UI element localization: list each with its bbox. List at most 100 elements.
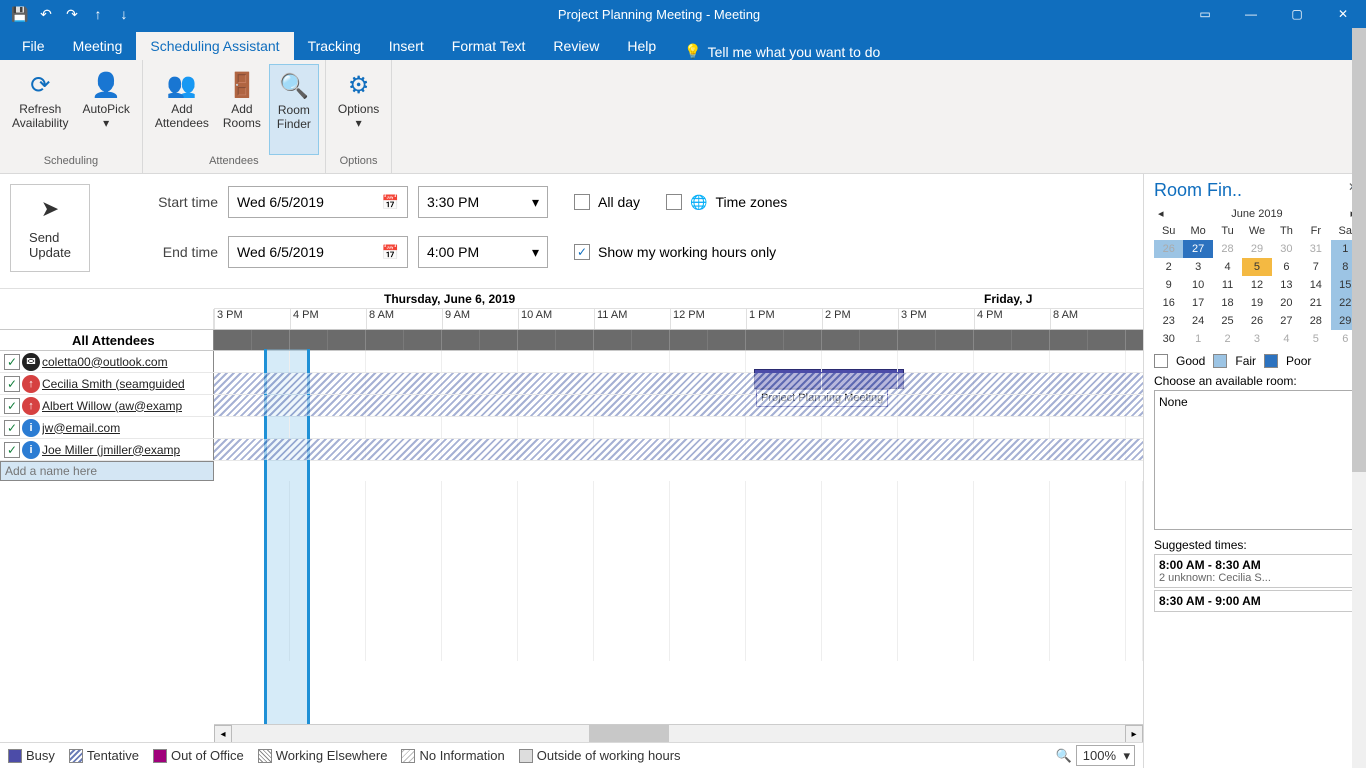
quick-access-toolbar: 💾 ↶ ↷ ↑ ↓ (0, 2, 136, 26)
room-finder-icon: 🔍 (279, 69, 309, 103)
undo-icon[interactable]: ↶ (34, 2, 58, 26)
optional-status-icon: i (22, 419, 40, 437)
room-list[interactable]: None (1154, 390, 1360, 530)
scheduling-grid: Thursday, June 6, 2019 Friday, J 3 PM 4 … (0, 288, 1143, 742)
working-hours-checkbox[interactable]: ✓ (574, 244, 590, 260)
panel-scrollbar[interactable] (1352, 28, 1366, 768)
attendee-checkbox[interactable]: ✓ (4, 398, 20, 414)
suggested-time-slot[interactable]: 8:00 AM - 8:30 AM 2 unknown: Cecilia S..… (1154, 554, 1360, 588)
required-status-icon: ↑ (22, 375, 40, 393)
organizer-status-icon: ✉ (22, 353, 40, 371)
title-bar: 💾 ↶ ↷ ↑ ↓ Project Planning Meeting - Mee… (0, 0, 1366, 28)
window-controls: ▭ — ▢ ✕ (1182, 0, 1366, 28)
room-finder-panel: Room Fin.. ▾ ✕ ◂ June 2019 ▸ SuMoTuWeThF… (1144, 174, 1366, 768)
tell-me-label: Tell me what you want to do (708, 44, 881, 60)
options-button[interactable]: ⚙ Options▾ (332, 64, 385, 155)
mini-calendar[interactable]: ◂ June 2019 ▸ SuMoTuWeThFrSa 26272829303… (1154, 205, 1360, 348)
refresh-icon: ⟳ (30, 68, 50, 102)
tab-help[interactable]: Help (613, 32, 670, 60)
attendee-row: ✓iJoe Miller (jmiller@examp (0, 439, 1143, 461)
close-icon[interactable]: ✕ (1320, 0, 1366, 28)
zoom-select[interactable]: 100% ▾ (1076, 745, 1135, 766)
tab-file[interactable]: File (8, 32, 59, 60)
end-time-label: End time (98, 244, 218, 260)
lightbulb-icon: 💡 (684, 43, 701, 60)
optional-status-icon: i (22, 441, 40, 459)
add-attendee-input[interactable] (0, 461, 214, 481)
room-finder-button[interactable]: 🔍 Room Finder (269, 64, 319, 155)
start-time-label: Start time (98, 194, 218, 210)
day-header: Thursday, June 6, 2019 Friday, J (214, 289, 1143, 309)
all-day-checkbox[interactable] (574, 194, 590, 210)
up-arrow-icon[interactable]: ↑ (86, 2, 110, 26)
ribbon-tabs: File Meeting Scheduling Assistant Tracki… (0, 28, 1366, 60)
suggested-times: Suggested times: 8:00 AM - 8:30 AM 2 unk… (1154, 538, 1360, 612)
attendee-checkbox[interactable]: ✓ (4, 420, 20, 436)
group-scheduling: ⟳ Refresh Availability 👤 AutoPick▾ Sched… (0, 60, 143, 173)
prev-month-icon[interactable]: ◂ (1158, 207, 1164, 220)
required-status-icon: ↑ (22, 397, 40, 415)
legend-bar: Busy Tentative Out of Office Working Els… (0, 742, 1143, 768)
down-arrow-icon[interactable]: ↓ (112, 2, 136, 26)
chevron-down-icon: ▾ (532, 194, 539, 211)
time-zones-checkbox[interactable] (666, 194, 682, 210)
add-attendees-icon: 👥 (167, 68, 197, 102)
group-attendees: 👥 Add Attendees 🚪 Add Rooms 🔍 Room Finde… (143, 60, 326, 173)
send-icon: ➤ (41, 196, 59, 222)
scroll-right-icon[interactable]: ▸ (1125, 725, 1143, 743)
scroll-left-icon[interactable]: ◂ (214, 725, 232, 743)
ribbon: ⟳ Refresh Availability 👤 AutoPick▾ Sched… (0, 60, 1366, 174)
chevron-down-icon: ▾ (1123, 748, 1130, 764)
send-update-button[interactable]: ➤ SendUpdate (10, 184, 90, 272)
attendee-checkbox[interactable]: ✓ (4, 442, 20, 458)
tab-review[interactable]: Review (539, 32, 613, 60)
autopick-icon: 👤 (91, 68, 121, 102)
empty-grid[interactable] (214, 481, 1143, 661)
start-time-input[interactable]: 3:30 PM▾ (418, 186, 548, 218)
gear-icon: ⚙ (348, 68, 370, 102)
tab-insert[interactable]: Insert (375, 32, 438, 60)
globe-icon: 🌐 (690, 194, 707, 211)
refresh-availability-button[interactable]: ⟳ Refresh Availability (6, 64, 74, 155)
search-icon[interactable]: 🔍 (1056, 748, 1072, 764)
ribbon-display-icon[interactable]: ▭ (1182, 0, 1228, 28)
tab-tracking[interactable]: Tracking (294, 32, 375, 60)
hour-header: 3 PM 4 PM 8 AM 9 AM 10 AM 11 AM 12 PM 1 … (0, 309, 1143, 329)
save-icon[interactable]: 💾 (8, 2, 32, 26)
calendar-icon: 📅 (382, 244, 399, 261)
attendee-row: ✓↑Cecilia Smith (seamguided (0, 373, 1143, 395)
tab-scheduling-assistant[interactable]: Scheduling Assistant (136, 32, 293, 60)
end-time-input[interactable]: 4:00 PM▾ (418, 236, 548, 268)
horizontal-scrollbar[interactable]: ◂ ▸ (214, 724, 1143, 742)
tab-meeting[interactable]: Meeting (59, 32, 137, 60)
minimize-icon[interactable]: — (1228, 0, 1274, 28)
scroll-thumb[interactable] (589, 725, 669, 742)
all-attendees-row: All Attendees (0, 329, 1143, 351)
maximize-icon[interactable]: ▢ (1274, 0, 1320, 28)
attendee-row: ✓↑Albert Willow (aw@examp (0, 395, 1143, 417)
room-availability-legend: Good Fair Poor (1154, 354, 1360, 368)
schedule-header: ➤ SendUpdate Start time Wed 6/5/2019📅 3:… (0, 174, 1143, 288)
add-rooms-button[interactable]: 🚪 Add Rooms (217, 64, 267, 155)
tab-format-text[interactable]: Format Text (438, 32, 540, 60)
attendee-row: ✓ijw@email.com (0, 417, 1143, 439)
calendar-icon: 📅 (382, 194, 399, 211)
main-panel: ➤ SendUpdate Start time Wed 6/5/2019📅 3:… (0, 174, 1144, 768)
content-area: ➤ SendUpdate Start time Wed 6/5/2019📅 3:… (0, 174, 1366, 768)
room-finder-title: Room Fin.. ▾ (1154, 180, 1360, 201)
grid-body[interactable]: Project Planning Meeting All Attendees ✓… (0, 329, 1143, 724)
tell-me-search[interactable]: 💡 Tell me what you want to do (684, 43, 880, 60)
start-date-input[interactable]: Wed 6/5/2019📅 (228, 186, 408, 218)
suggested-time-slot[interactable]: 8:30 AM - 9:00 AM (1154, 590, 1360, 612)
end-date-input[interactable]: Wed 6/5/2019📅 (228, 236, 408, 268)
group-options: ⚙ Options▾ Options (326, 60, 392, 173)
attendee-row: ✓✉coletta00@outlook.com (0, 351, 1143, 373)
chevron-down-icon: ▾ (532, 244, 539, 261)
window-title: Project Planning Meeting - Meeting (136, 7, 1182, 22)
redo-icon[interactable]: ↷ (60, 2, 84, 26)
attendee-checkbox[interactable]: ✓ (4, 354, 20, 370)
attendee-checkbox[interactable]: ✓ (4, 376, 20, 392)
add-attendees-button[interactable]: 👥 Add Attendees (149, 64, 215, 155)
autopick-button[interactable]: 👤 AutoPick▾ (76, 64, 135, 155)
add-rooms-icon: 🚪 (227, 68, 257, 102)
